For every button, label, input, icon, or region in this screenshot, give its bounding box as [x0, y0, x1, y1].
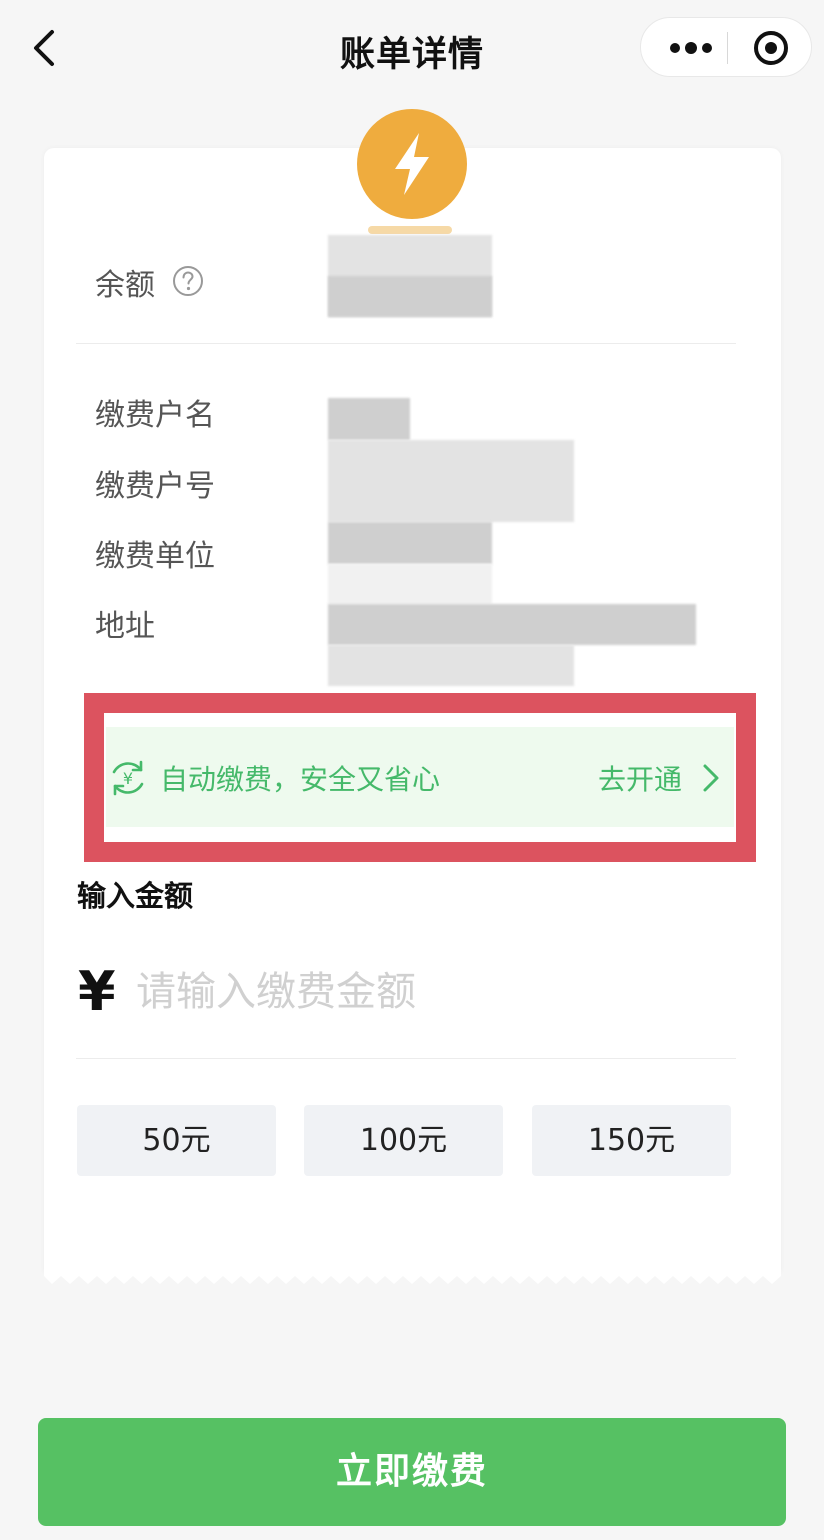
field-label-company: 缴费单位 — [95, 539, 215, 574]
auto-pay-text: 自动缴费，安全又省心 — [160, 763, 441, 796]
question-circle-icon[interactable] — [172, 265, 204, 297]
input-underline — [76, 1058, 736, 1059]
field-label-address: 地址 — [95, 609, 155, 644]
receipt-zigzag-edge — [44, 1270, 781, 1284]
company-redacted-lower — [328, 564, 492, 604]
quick-amount-50[interactable]: 50元 — [77, 1105, 276, 1176]
field-label-account-name: 缴费户名 — [95, 398, 215, 433]
field-label-account-number: 缴费户号 — [95, 469, 215, 504]
company-redacted — [328, 522, 492, 564]
quick-amount-150[interactable]: 150元 — [532, 1105, 731, 1176]
amount-input[interactable] — [136, 962, 696, 1022]
balance-label: 余额 — [95, 268, 155, 303]
account-name-redacted — [328, 398, 410, 440]
amount-section-title: 输入金额 — [77, 879, 194, 913]
divider — [76, 343, 736, 344]
yen-refresh-icon: ¥ — [112, 760, 144, 796]
capsule-divider — [727, 32, 728, 64]
quick-amount-100[interactable]: 100元 — [304, 1105, 503, 1176]
address-redacted — [328, 604, 696, 645]
badge-shadow — [368, 226, 452, 234]
address-redacted-lower — [328, 645, 574, 686]
navigation-bar: 账单详情 — [0, 0, 824, 96]
auto-pay-activate-link[interactable]: 去开通 — [598, 758, 682, 798]
lightning-bolt-icon — [357, 109, 467, 219]
mini-program-capsule — [640, 17, 812, 77]
currency-symbol: ¥ — [78, 960, 116, 1023]
pay-now-button[interactable]: 立即缴费 — [38, 1418, 786, 1526]
chevron-right-icon[interactable] — [700, 762, 722, 794]
account-number-redacted — [328, 440, 574, 522]
svg-text:¥: ¥ — [123, 769, 133, 788]
balance-value-redacted-lower — [328, 276, 492, 317]
more-dots-icon[interactable] — [657, 18, 725, 78]
record-target-icon[interactable] — [741, 18, 805, 78]
